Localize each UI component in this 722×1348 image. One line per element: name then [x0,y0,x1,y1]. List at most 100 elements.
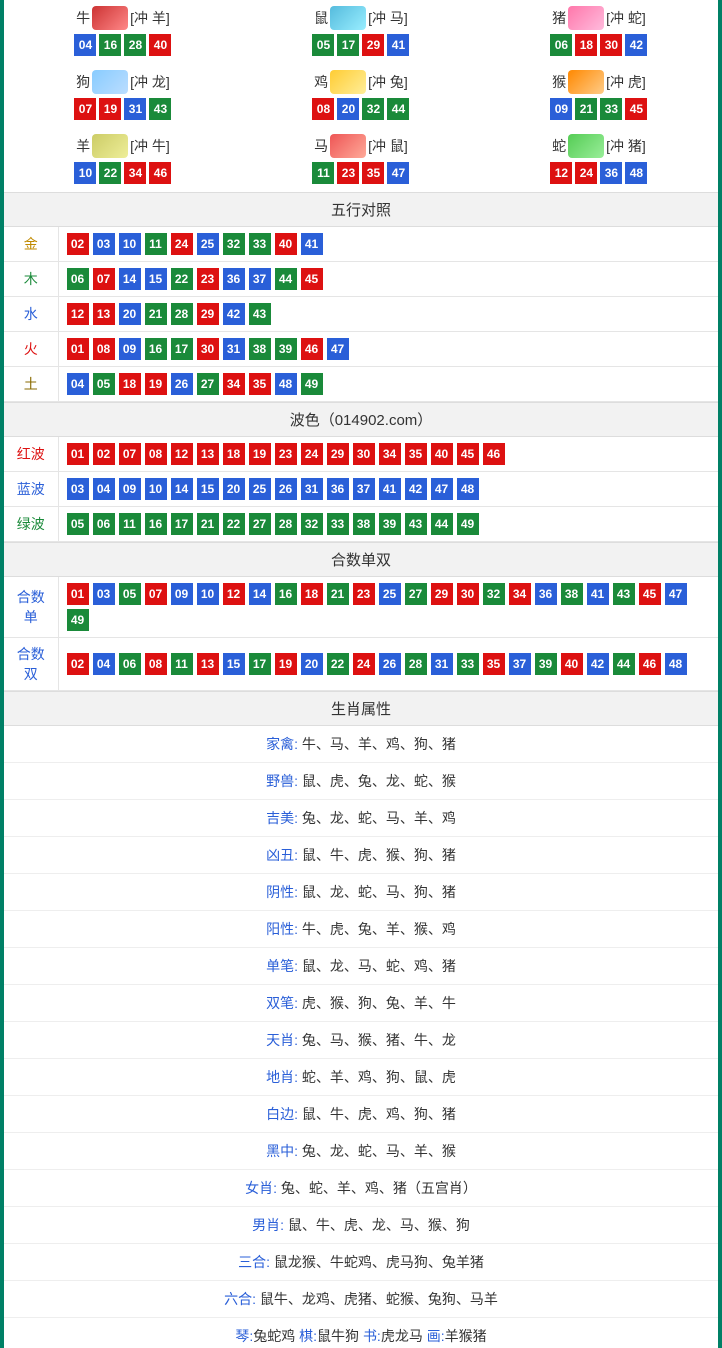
num-badge: 18 [223,443,245,465]
num-badge: 22 [327,653,349,675]
num-badge: 18 [119,373,141,395]
attr-value: 兔、马、猴、猪、牛、龙 [298,1032,456,1048]
attr-label: 黑中: [266,1143,298,1159]
row-label: 土 [4,367,58,402]
attr-row: 凶丑: 鼠、牛、虎、猴、狗、猪 [4,837,718,874]
num-badge: 30 [197,338,219,360]
num-badge: 32 [223,233,245,255]
num-badge: 48 [457,478,479,500]
num-badge: 22 [99,162,121,184]
row-label: 火 [4,332,58,367]
num-badge: 14 [249,583,271,605]
num-badge: 42 [405,478,427,500]
attr-row: 单笔: 鼠、龙、马、蛇、鸡、猪 [4,948,718,985]
num-badge: 43 [405,513,427,535]
zodiac-name: 蛇 [552,136,566,156]
foot-val: 羊猴猪 [445,1328,487,1344]
zodiac-nums: 08203244 [242,98,480,120]
num-badge: 41 [587,583,609,605]
num-badge: 35 [362,162,384,184]
num-badge: 28 [275,513,297,535]
num-badge: 31 [223,338,245,360]
attr-label: 阳性: [266,921,298,937]
row-nums: 0204060811131517192022242628313335373940… [58,638,718,691]
attr-row: 天肖: 兔、马、猴、猪、牛、龙 [4,1022,718,1059]
num-badge: 42 [587,653,609,675]
attr-value: 兔、龙、蛇、马、羊、鸡 [298,810,456,826]
zodiac-chong: [冲 虎] [606,72,646,92]
num-badge: 32 [301,513,323,535]
num-badge: 08 [93,338,115,360]
row-label: 合数单 [4,577,58,638]
num-badge: 27 [197,373,219,395]
num-badge: 20 [337,98,359,120]
row-label: 红波 [4,437,58,472]
attr-row: 双笔: 虎、猴、狗、兔、羊、牛 [4,985,718,1022]
num-badge: 33 [249,233,271,255]
hsds-table: 合数单0103050709101214161821232527293032343… [4,577,718,691]
num-badge: 38 [561,583,583,605]
num-badge: 26 [171,373,193,395]
num-badge: 35 [483,653,505,675]
num-badge: 09 [171,583,193,605]
row-nums: 02031011242532334041 [58,227,718,262]
num-badge: 38 [353,513,375,535]
num-badge: 21 [575,98,597,120]
zodiac-name: 鼠 [314,8,328,28]
zodiac-icon [568,134,604,158]
num-badge: 49 [301,373,323,395]
num-badge: 36 [223,268,245,290]
foot-val: 鼠牛狗 [317,1328,359,1344]
num-badge: 46 [149,162,171,184]
num-badge: 35 [249,373,271,395]
num-badge: 11 [171,653,193,675]
num-badge: 11 [119,513,141,535]
num-badge: 47 [327,338,349,360]
num-badge: 23 [197,268,219,290]
num-badge: 20 [223,478,245,500]
num-badge: 05 [119,583,141,605]
num-badge: 43 [149,98,171,120]
num-badge: 09 [119,338,141,360]
num-badge: 44 [387,98,409,120]
num-badge: 03 [93,583,115,605]
num-badge: 24 [301,443,323,465]
zodiac-cell: 猴[冲 虎]09213345 [480,64,718,128]
attr-row: 阴性: 鼠、龙、蛇、马、狗、猪 [4,874,718,911]
attr-label: 六合: [224,1291,256,1307]
num-badge: 15 [223,653,245,675]
row-label: 蓝波 [4,472,58,507]
num-badge: 47 [665,583,687,605]
num-badge: 34 [379,443,401,465]
num-badge: 27 [405,583,427,605]
row-label: 水 [4,297,58,332]
num-badge: 44 [613,653,635,675]
num-badge: 35 [405,443,427,465]
zodiac-chong: [冲 猪] [606,136,646,156]
zodiac-grid: 牛[冲 羊]04162840鼠[冲 马]05172941猪[冲 蛇]061830… [4,0,718,192]
sx-header: 生肖属性 [4,691,718,726]
num-badge: 25 [197,233,219,255]
num-badge: 13 [93,303,115,325]
attr-row: 白边: 鼠、牛、虎、鸡、狗、猪 [4,1096,718,1133]
num-badge: 48 [275,373,297,395]
num-badge: 08 [145,443,167,465]
num-badge: 03 [93,233,115,255]
zodiac-chong: [冲 兔] [368,72,408,92]
num-badge: 40 [431,443,453,465]
num-badge: 41 [387,34,409,56]
num-badge: 40 [149,34,171,56]
num-badge: 22 [223,513,245,535]
attr-value: 鼠、牛、虎、龙、马、猴、狗 [284,1217,470,1233]
num-badge: 22 [171,268,193,290]
zodiac-name: 狗 [76,72,90,92]
num-badge: 06 [93,513,115,535]
num-badge: 21 [145,303,167,325]
num-badge: 25 [249,478,271,500]
attr-value: 鼠、牛、虎、猴、狗、猪 [298,847,456,863]
attr-value: 鼠、龙、蛇、马、狗、猪 [298,884,456,900]
zodiac-cell: 羊[冲 牛]10223446 [4,128,242,192]
row-nums: 1213202128294243 [58,297,718,332]
num-badge: 32 [362,98,384,120]
num-badge: 41 [301,233,323,255]
